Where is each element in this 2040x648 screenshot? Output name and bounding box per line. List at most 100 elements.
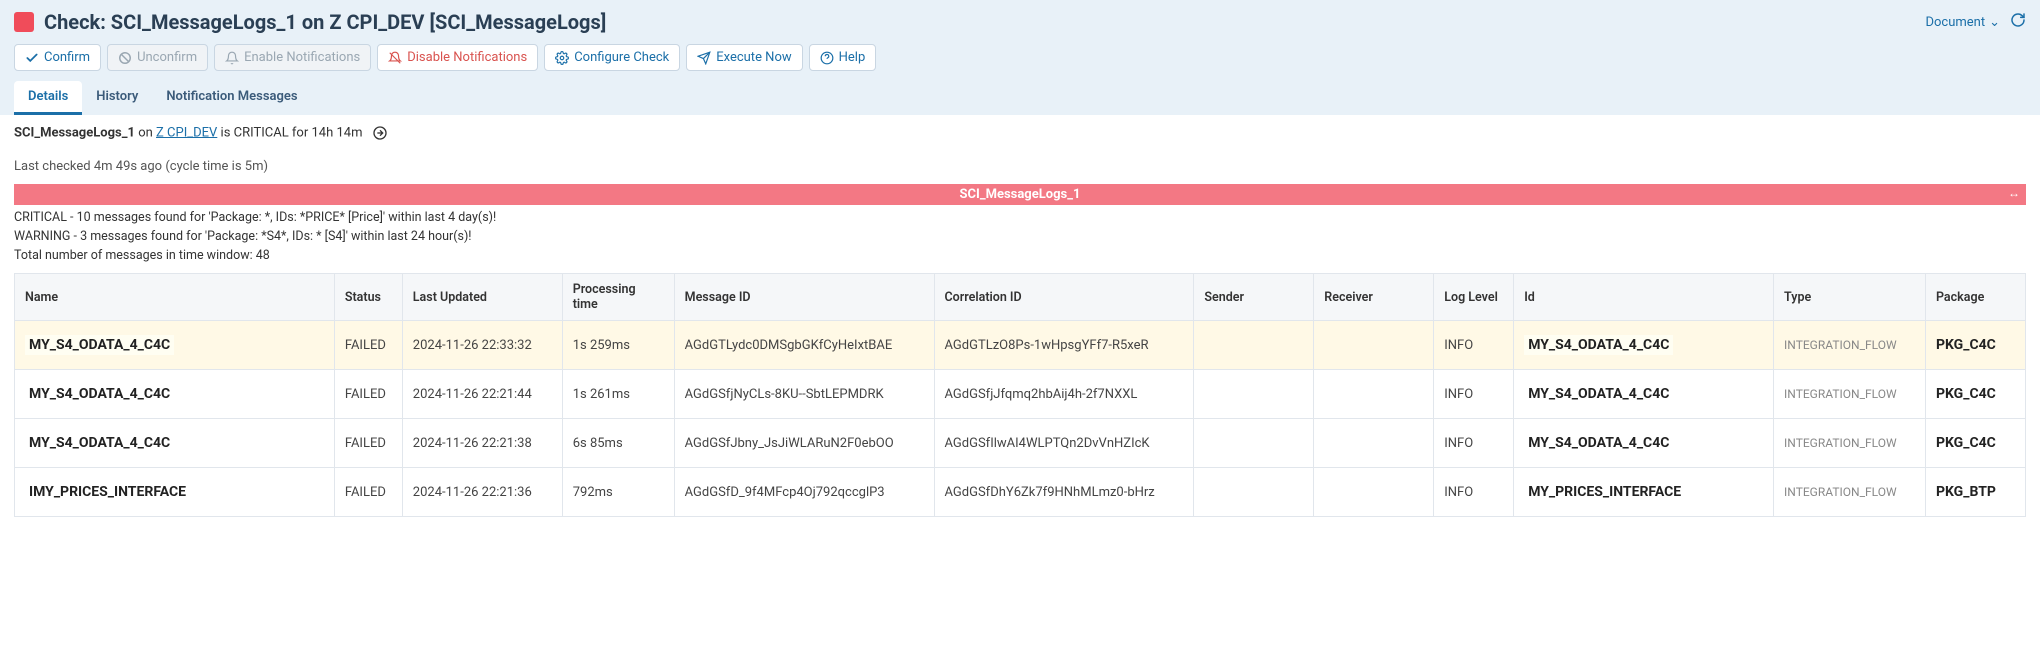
cell-correlation-id: AGdGSfjJfqmq2hbAij4h-2f7NXXL — [934, 370, 1194, 419]
refresh-icon[interactable] — [2010, 12, 2026, 32]
help-icon — [820, 51, 834, 65]
cell-package: PKG_BTP — [1925, 468, 2025, 517]
enable-notifications-button: Enable Notifications — [214, 44, 371, 71]
tab-notification-messages[interactable]: Notification Messages — [152, 81, 311, 115]
toolbar: Confirm Unconfirm Enable Notifications D… — [14, 44, 2026, 81]
col-status[interactable]: Status — [334, 274, 402, 321]
col-receiver[interactable]: Receiver — [1314, 274, 1434, 321]
cell-processing-time: 6s 85ms — [562, 419, 674, 468]
execute-now-button[interactable]: Execute Now — [686, 44, 802, 71]
chevron-down-icon: ⌄ — [1989, 15, 2000, 30]
cell-processing-time: 792ms — [562, 468, 674, 517]
cell-last-updated: 2024-11-26 22:21:44 — [402, 370, 562, 419]
cell-last-updated: 2024-11-26 22:33:32 — [402, 321, 562, 370]
cycle-line: Last checked 4m 49s ago (cycle time is 5… — [14, 159, 2026, 174]
btn-label: Confirm — [44, 50, 90, 65]
cell-type: INTEGRATION_FLOW — [1774, 419, 1926, 468]
cell-status: FAILED — [334, 370, 402, 419]
bell-off-icon — [388, 51, 402, 65]
messages-table: Name Status Last Updated Processing time… — [14, 273, 2026, 517]
cell-receiver — [1314, 370, 1434, 419]
alerts-block: CRITICAL - 10 messages found for 'Packag… — [14, 205, 2026, 273]
cell-id: MY_PRICES_INTERFACE — [1514, 468, 1774, 517]
title-row: Check: SCI_MessageLogs_1 on Z CPI_DEV [S… — [14, 10, 2026, 44]
alert-line-warning: WARNING - 3 messages found for 'Package:… — [14, 228, 2026, 247]
cell-log-level: INFO — [1434, 370, 1514, 419]
table-body: MY_S4_ODATA_4_C4CFAILED2024-11-26 22:33:… — [15, 321, 2026, 517]
btn-label: Help — [839, 50, 866, 65]
configure-check-button[interactable]: Configure Check — [544, 44, 680, 71]
play-icon — [697, 51, 711, 65]
document-label: Document — [1925, 15, 1985, 30]
check-name: SCI_MessageLogs_1 — [14, 125, 135, 140]
section-title: SCI_MessageLogs_1 — [960, 187, 1081, 202]
system-link[interactable]: Z CPI_DEV — [156, 125, 217, 140]
table-row[interactable]: MY_S4_ODATA_4_C4CFAILED2024-11-26 22:33:… — [15, 321, 2026, 370]
cell-type: INTEGRATION_FLOW — [1774, 468, 1926, 517]
col-package[interactable]: Package — [1925, 274, 2025, 321]
btn-label: Configure Check — [574, 50, 669, 65]
cell-id: MY_S4_ODATA_4_C4C — [1514, 419, 1774, 468]
btn-label: Execute Now — [716, 50, 791, 65]
cell-last-updated: 2024-11-26 22:21:38 — [402, 419, 562, 468]
unconfirm-button: Unconfirm — [107, 44, 208, 71]
tabs: Details History Notification Messages — [14, 81, 2026, 115]
btn-label: Unconfirm — [137, 50, 197, 65]
col-last-updated[interactable]: Last Updated — [402, 274, 562, 321]
gear-icon — [555, 51, 569, 65]
cell-status: FAILED — [334, 419, 402, 468]
col-log-level[interactable]: Log Level — [1434, 274, 1514, 321]
cell-receiver — [1314, 468, 1434, 517]
cell-status: FAILED — [334, 321, 402, 370]
cell-sender — [1194, 468, 1314, 517]
tab-details[interactable]: Details — [14, 81, 82, 115]
cell-name: MY_S4_ODATA_4_C4C — [15, 419, 335, 468]
cell-name: MY_S4_ODATA_4_C4C — [15, 321, 335, 370]
cell-correlation-id: AGdGSfDhY6Zk7f9HNhMLmz0-bHrz — [934, 468, 1194, 517]
cell-package: PKG_C4C — [1925, 419, 2025, 468]
cell-sender — [1194, 321, 1314, 370]
cell-status: FAILED — [334, 468, 402, 517]
btn-label: Disable Notifications — [407, 50, 527, 65]
title-left: Check: SCI_MessageLogs_1 on Z CPI_DEV [S… — [14, 10, 606, 34]
cell-processing-time: 1s 259ms — [562, 321, 674, 370]
help-button[interactable]: Help — [809, 44, 877, 71]
disable-notifications-button[interactable]: Disable Notifications — [377, 44, 538, 71]
table-row[interactable]: MY_S4_ODATA_4_C4CFAILED2024-11-26 22:21:… — [15, 370, 2026, 419]
cell-message-id: AGdGSfJbny_JsJiWLARuN2F0ebOO — [674, 419, 934, 468]
col-processing-time[interactable]: Processing time — [562, 274, 674, 321]
cell-sender — [1194, 370, 1314, 419]
cell-name: MY_S4_ODATA_4_C4C — [15, 370, 335, 419]
title-right: Document ⌄ — [1925, 12, 2026, 32]
document-dropdown[interactable]: Document ⌄ — [1925, 15, 2000, 30]
bell-icon — [225, 51, 239, 65]
status-indicator — [14, 12, 34, 32]
cell-type: INTEGRATION_FLOW — [1774, 321, 1926, 370]
confirm-button[interactable]: Confirm — [14, 44, 101, 71]
table-row[interactable]: IMY_PRICES_INTERFACEFAILED2024-11-26 22:… — [15, 468, 2026, 517]
page-header: Check: SCI_MessageLogs_1 on Z CPI_DEV [S… — [0, 0, 2040, 115]
page-title: Check: SCI_MessageLogs_1 on Z CPI_DEV [S… — [44, 10, 606, 34]
content-area: SCI_MessageLogs_1 on Z CPI_DEV is CRITIC… — [0, 115, 2040, 527]
cell-log-level: INFO — [1434, 321, 1514, 370]
col-correlation-id[interactable]: Correlation ID — [934, 274, 1194, 321]
alert-line-total: Total number of messages in time window:… — [14, 247, 2026, 266]
section-header: SCI_MessageLogs_1 ↔ — [14, 184, 2026, 205]
table-row[interactable]: MY_S4_ODATA_4_C4CFAILED2024-11-26 22:21:… — [15, 419, 2026, 468]
col-sender[interactable]: Sender — [1194, 274, 1314, 321]
cell-receiver — [1314, 321, 1434, 370]
btn-label: Enable Notifications — [244, 50, 360, 65]
cell-sender — [1194, 419, 1314, 468]
col-id[interactable]: Id — [1514, 274, 1774, 321]
col-name[interactable]: Name — [15, 274, 335, 321]
cell-message-id: AGdGSfjNyCLs-8KU--SbtLEPMDRK — [674, 370, 934, 419]
collapse-arrow-icon[interactable]: ↔ — [2008, 186, 2020, 200]
cell-message-id: AGdGSfD_9f4MFcp4Oj792qccglP3 — [674, 468, 934, 517]
target-icon[interactable] — [372, 125, 388, 141]
col-message-id[interactable]: Message ID — [674, 274, 934, 321]
cancel-icon — [118, 51, 132, 65]
cell-correlation-id: AGdGTLzO8Ps-1wHpsgYFf7-R5xeR — [934, 321, 1194, 370]
tab-history[interactable]: History — [82, 81, 152, 115]
cell-type: INTEGRATION_FLOW — [1774, 370, 1926, 419]
col-type[interactable]: Type — [1774, 274, 1926, 321]
